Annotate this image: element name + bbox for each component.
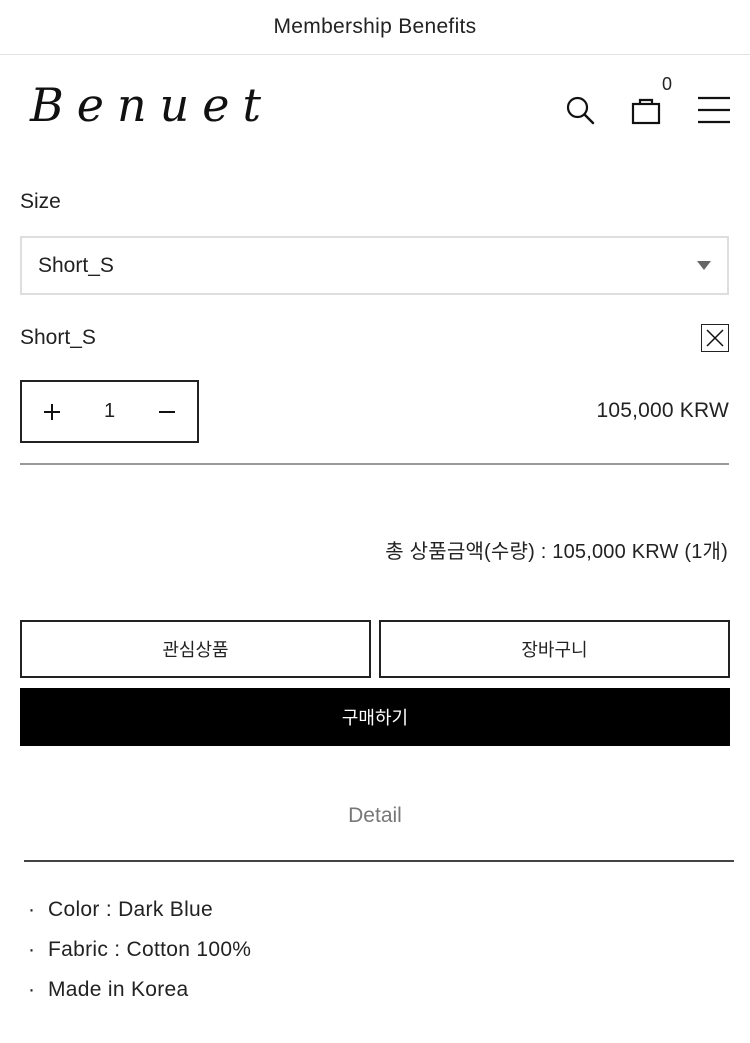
chevron-down-icon [697, 261, 711, 270]
size-select[interactable]: Short_S [20, 236, 729, 295]
divider [24, 860, 734, 862]
hamburger-menu-icon[interactable] [694, 90, 734, 130]
quantity-value[interactable]: 1 [82, 400, 137, 423]
tab-detail[interactable]: Detail [0, 804, 750, 828]
wishlist-button[interactable]: 관심상품 [20, 620, 371, 678]
bullet-icon: · [28, 978, 36, 1001]
bullet-icon: · [28, 898, 36, 921]
membership-benefits-link[interactable]: Membership Benefits [0, 0, 750, 55]
minus-icon [159, 410, 175, 413]
detail-list: · Color : Dark Blue · Fabric : Cotton 100%… [28, 890, 251, 1010]
quantity-stepper: 1 [20, 380, 199, 443]
increase-quantity-button[interactable] [22, 382, 82, 441]
buy-now-button[interactable]: 구매하기 [20, 688, 730, 746]
add-to-cart-button[interactable]: 장바구니 [379, 620, 730, 678]
brand-logo[interactable]: Benuet [30, 78, 274, 132]
divider [20, 463, 729, 465]
size-select-value: Short_S [38, 253, 114, 277]
detail-text: Fabric : Cotton 100% [48, 938, 252, 961]
size-label: Size [20, 190, 61, 213]
list-item: · Color : Dark Blue [28, 890, 251, 930]
cart-count-badge: 0 [662, 74, 673, 94]
site-header: Benuet 0 [0, 56, 750, 166]
detail-text: Color : Dark Blue [48, 898, 213, 921]
detail-text: Made in Korea [48, 978, 189, 1001]
total-price: 총 상품금액(수량) : 105,000 KRW (1개) [385, 541, 728, 563]
list-item: · Made in Korea [28, 970, 251, 1010]
shopping-bag-icon[interactable] [626, 90, 666, 130]
plus-icon [44, 403, 60, 420]
decrease-quantity-button[interactable] [137, 382, 197, 441]
search-icon[interactable] [560, 90, 600, 130]
close-icon [706, 329, 724, 347]
list-item: · Fabric : Cotton 100% [28, 930, 251, 970]
option-price: 105,000 KRW [596, 399, 729, 422]
remove-option-button[interactable] [701, 324, 729, 352]
bullet-icon: · [28, 938, 36, 961]
selected-option-name: Short_S [20, 326, 96, 349]
